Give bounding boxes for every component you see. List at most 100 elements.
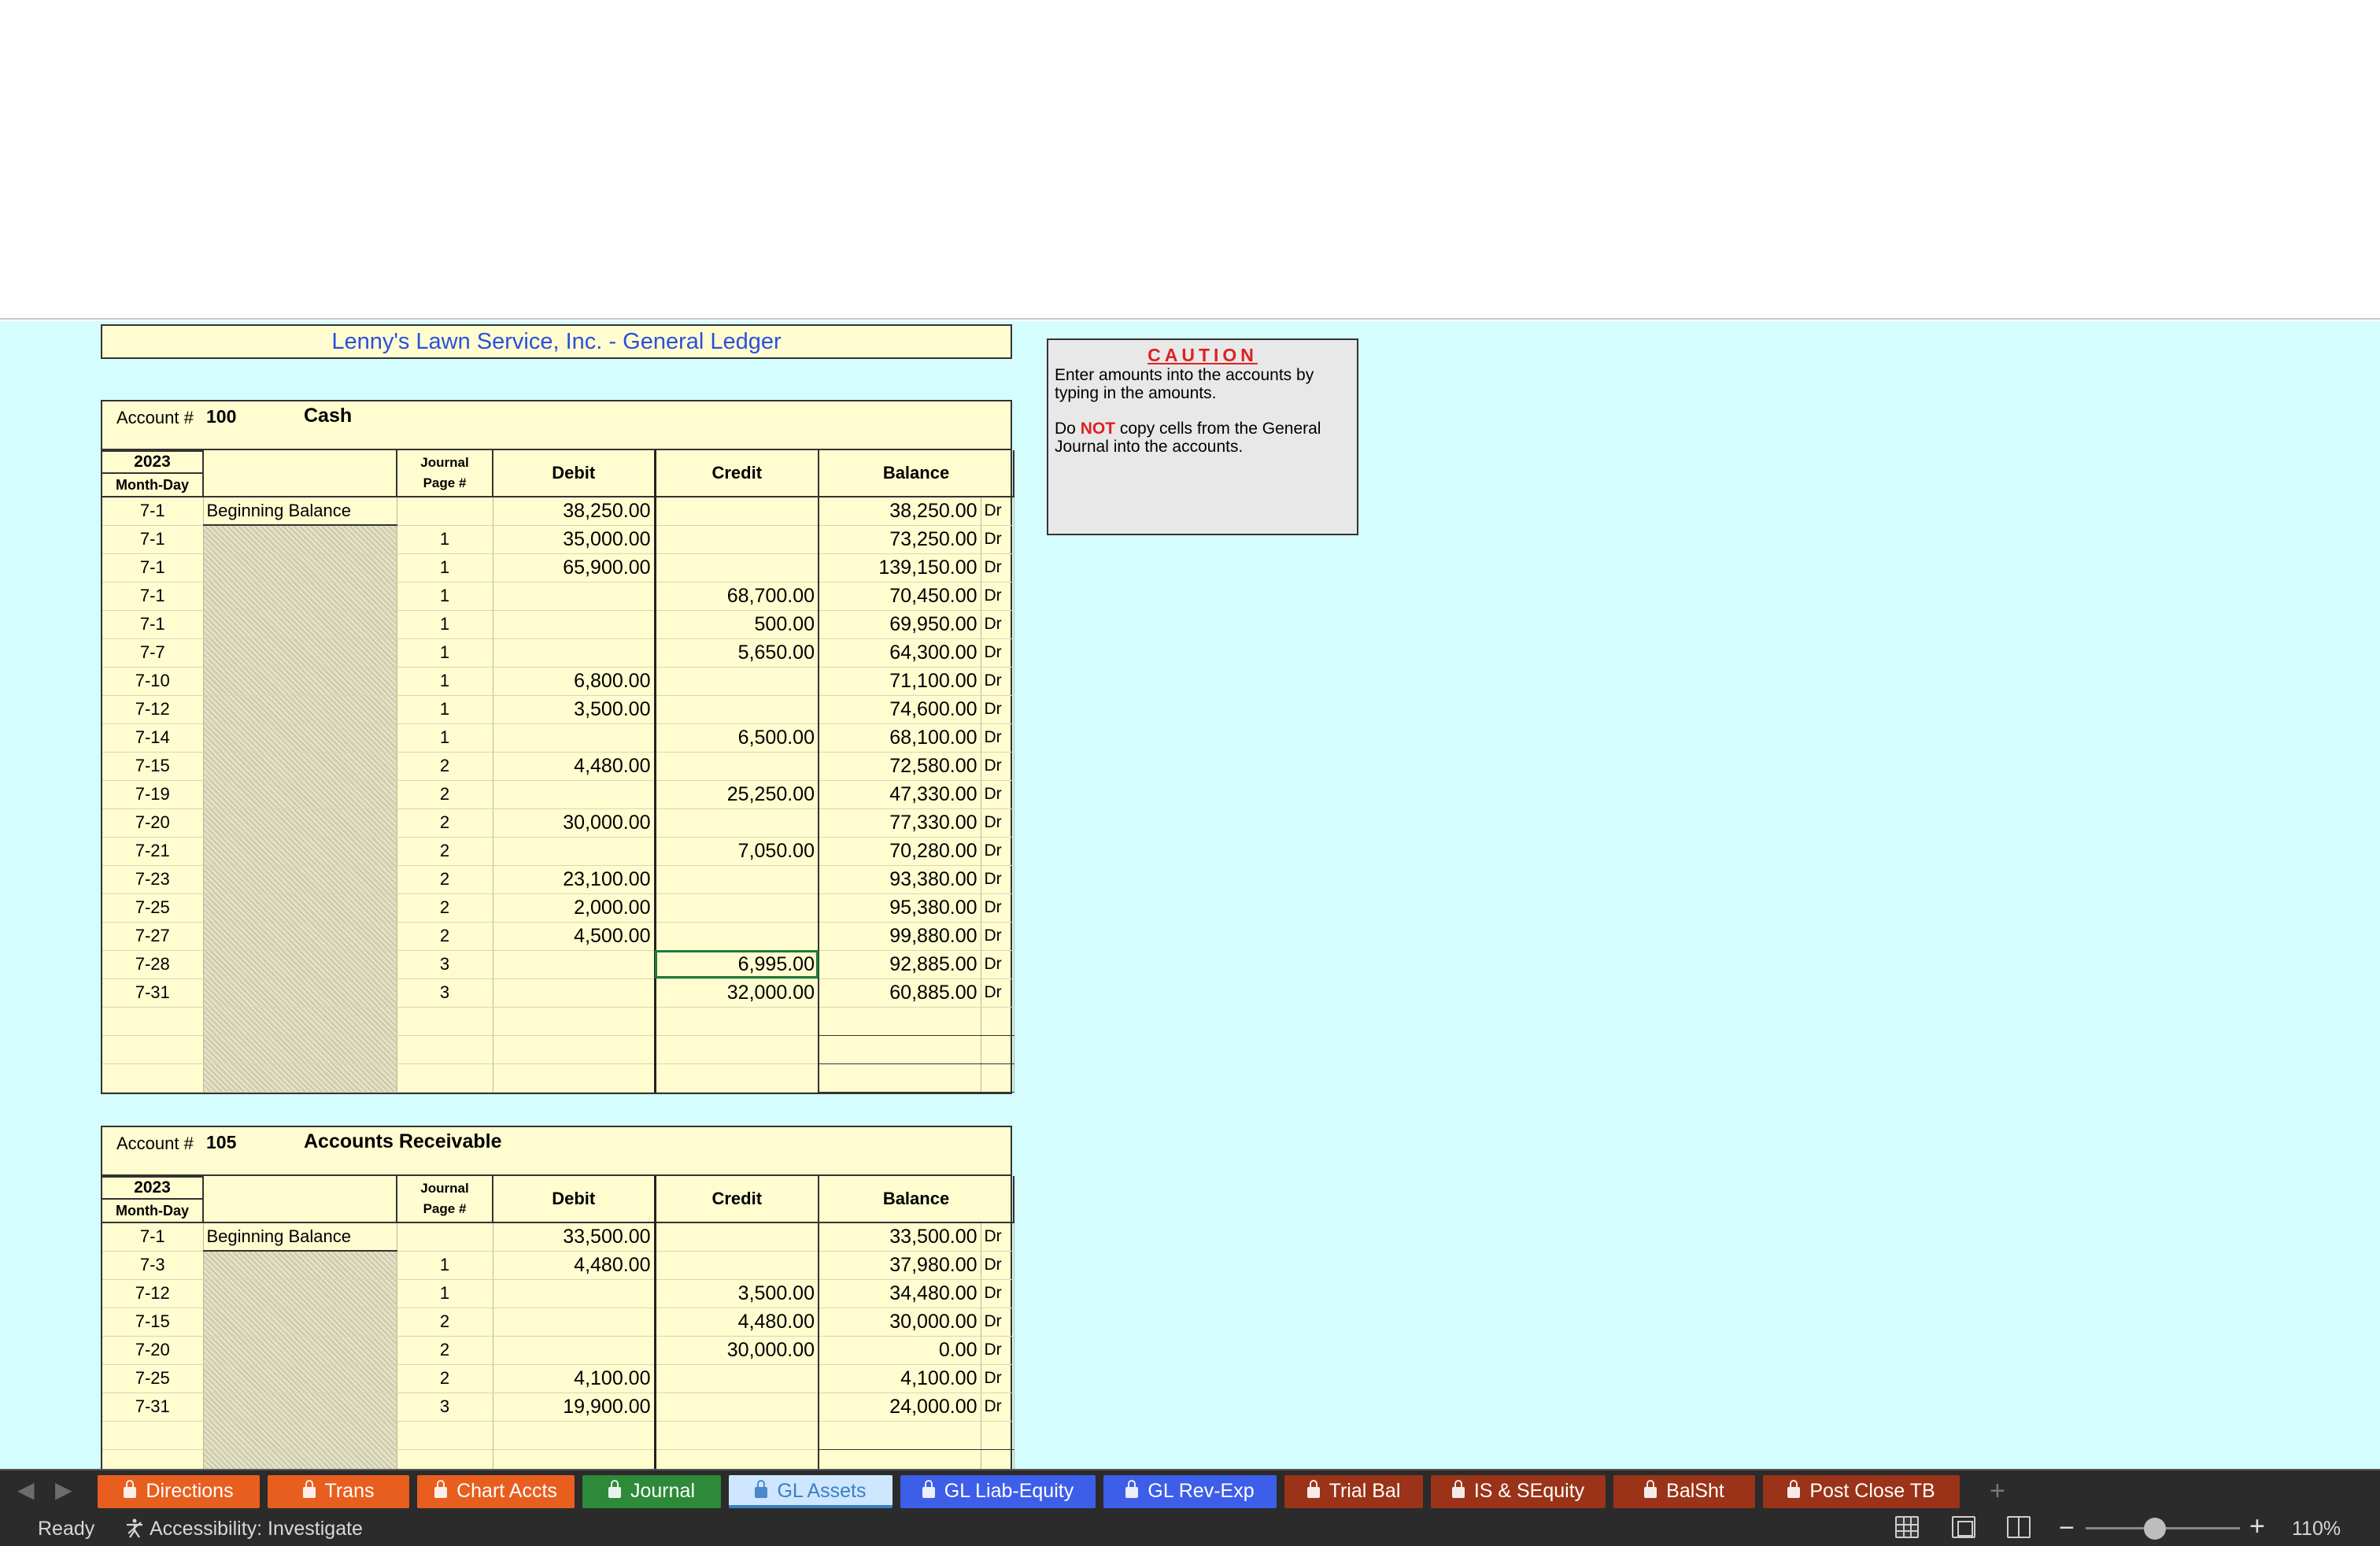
add-sheet-icon[interactable]: + <box>1990 1475 2005 1507</box>
description-cell[interactable] <box>203 1393 397 1421</box>
balance-cell[interactable]: 139,150.00 <box>819 553 981 582</box>
balance-side-cell[interactable]: Dr <box>981 638 1014 667</box>
balance-side-cell[interactable]: Dr <box>981 1393 1014 1421</box>
debit-cell[interactable] <box>493 1063 655 1092</box>
journal-page-cell[interactable] <box>397 1035 493 1063</box>
debit-cell[interactable]: 6,800.00 <box>493 667 655 695</box>
balance-side-cell[interactable]: Dr <box>981 553 1014 582</box>
debit-cell[interactable] <box>493 1421 655 1449</box>
journal-page-cell[interactable]: 1 <box>397 553 493 582</box>
credit-cell[interactable] <box>655 865 819 893</box>
date-cell[interactable] <box>102 1035 203 1063</box>
balance-side-cell[interactable]: Dr <box>981 1336 1014 1364</box>
journal-page-cell[interactable]: 1 <box>397 1251 493 1279</box>
date-cell[interactable]: 7-23 <box>102 865 203 893</box>
description-cell[interactable] <box>203 808 397 837</box>
description-cell[interactable] <box>203 723 397 752</box>
balance-side-cell[interactable]: Dr <box>981 1251 1014 1279</box>
description-cell[interactable] <box>203 1251 397 1279</box>
date-cell[interactable]: 7-20 <box>102 1336 203 1364</box>
date-cell[interactable]: 7-25 <box>102 893 203 922</box>
next-sheet-icon[interactable]: ▶ <box>55 1477 72 1503</box>
description-cell[interactable] <box>203 1063 397 1092</box>
credit-cell[interactable]: 4,480.00 <box>655 1307 819 1336</box>
description-cell[interactable] <box>203 780 397 808</box>
journal-page-cell[interactable]: 1 <box>397 638 493 667</box>
balance-side-cell[interactable] <box>981 1449 1014 1469</box>
date-cell[interactable]: 7-20 <box>102 808 203 837</box>
tab-gl-rev-exp[interactable]: GL Rev-Exp <box>1103 1475 1277 1508</box>
date-cell[interactable]: 7-1 <box>102 1222 203 1251</box>
debit-cell[interactable] <box>493 1007 655 1035</box>
description-cell[interactable] <box>203 865 397 893</box>
credit-cell[interactable] <box>655 667 819 695</box>
date-cell[interactable]: 7-12 <box>102 695 203 723</box>
tab-gl-liab-equity[interactable]: GL Liab-Equity <box>900 1475 1096 1508</box>
journal-page-cell[interactable] <box>397 1007 493 1035</box>
journal-page-cell[interactable]: 3 <box>397 978 493 1007</box>
description-cell[interactable] <box>203 922 397 950</box>
credit-cell[interactable]: 68,700.00 <box>655 582 819 610</box>
balance-side-cell[interactable] <box>981 1421 1014 1449</box>
zoom-level[interactable]: 110% <box>2292 1518 2341 1540</box>
credit-cell[interactable] <box>655 893 819 922</box>
debit-cell[interactable]: 3,500.00 <box>493 695 655 723</box>
page-layout-view-icon[interactable] <box>1952 1516 1975 1538</box>
credit-cell[interactable]: 6,995.00 <box>655 950 819 978</box>
balance-side-cell[interactable] <box>981 1007 1014 1035</box>
credit-cell[interactable] <box>655 1222 819 1251</box>
journal-page-cell[interactable]: 2 <box>397 1336 493 1364</box>
description-cell[interactable] <box>203 610 397 638</box>
balance-side-cell[interactable]: Dr <box>981 950 1014 978</box>
balance-cell[interactable] <box>819 1063 981 1092</box>
normal-view-icon[interactable] <box>1895 1516 1919 1538</box>
debit-cell[interactable]: 4,500.00 <box>493 922 655 950</box>
tab-is-sequity[interactable]: IS & SEquity <box>1431 1475 1606 1508</box>
balance-side-cell[interactable]: Dr <box>981 525 1014 553</box>
balance-side-cell[interactable]: Dr <box>981 1222 1014 1251</box>
debit-cell[interactable] <box>493 582 655 610</box>
balance-cell[interactable]: 93,380.00 <box>819 865 981 893</box>
journal-page-cell[interactable]: 2 <box>397 865 493 893</box>
balance-cell[interactable]: 37,980.00 <box>819 1251 981 1279</box>
balance-cell[interactable]: 24,000.00 <box>819 1393 981 1421</box>
debit-cell[interactable] <box>493 1035 655 1063</box>
balance-cell[interactable]: 69,950.00 <box>819 610 981 638</box>
balance-side-cell[interactable]: Dr <box>981 1279 1014 1307</box>
balance-cell[interactable]: 68,100.00 <box>819 723 981 752</box>
balance-side-cell[interactable]: Dr <box>981 922 1014 950</box>
balance-side-cell[interactable] <box>981 1035 1014 1063</box>
journal-page-cell[interactable]: 1 <box>397 1279 493 1307</box>
balance-cell[interactable] <box>819 1421 981 1449</box>
date-cell[interactable] <box>102 1449 203 1469</box>
credit-cell[interactable] <box>655 1421 819 1449</box>
description-cell[interactable] <box>203 1421 397 1449</box>
credit-cell[interactable] <box>655 1007 819 1035</box>
debit-cell[interactable]: 23,100.00 <box>493 865 655 893</box>
date-cell[interactable]: 7-31 <box>102 1393 203 1421</box>
description-cell[interactable] <box>203 1449 397 1469</box>
description-cell[interactable] <box>203 837 397 865</box>
journal-page-cell[interactable]: 2 <box>397 837 493 865</box>
balance-cell[interactable] <box>819 1007 981 1035</box>
date-cell[interactable]: 7-14 <box>102 723 203 752</box>
balance-side-cell[interactable] <box>981 1063 1014 1092</box>
journal-page-cell[interactable]: 2 <box>397 808 493 837</box>
debit-cell[interactable]: 19,900.00 <box>493 1393 655 1421</box>
date-cell[interactable]: 7-1 <box>102 525 203 553</box>
journal-page-cell[interactable] <box>397 1421 493 1449</box>
description-cell[interactable] <box>203 1307 397 1336</box>
balance-side-cell[interactable]: Dr <box>981 780 1014 808</box>
balance-cell[interactable]: 74,600.00 <box>819 695 981 723</box>
debit-cell[interactable] <box>493 1307 655 1336</box>
journal-page-cell[interactable]: 2 <box>397 780 493 808</box>
journal-page-cell[interactable]: 3 <box>397 1393 493 1421</box>
balance-cell[interactable]: 72,580.00 <box>819 752 981 780</box>
balance-cell[interactable]: 70,280.00 <box>819 837 981 865</box>
debit-cell[interactable] <box>493 978 655 1007</box>
debit-cell[interactable] <box>493 638 655 667</box>
date-cell[interactable]: 7-21 <box>102 837 203 865</box>
date-cell[interactable]: 7-12 <box>102 1279 203 1307</box>
journal-page-cell[interactable] <box>397 1449 493 1469</box>
balance-cell[interactable]: 60,885.00 <box>819 978 981 1007</box>
